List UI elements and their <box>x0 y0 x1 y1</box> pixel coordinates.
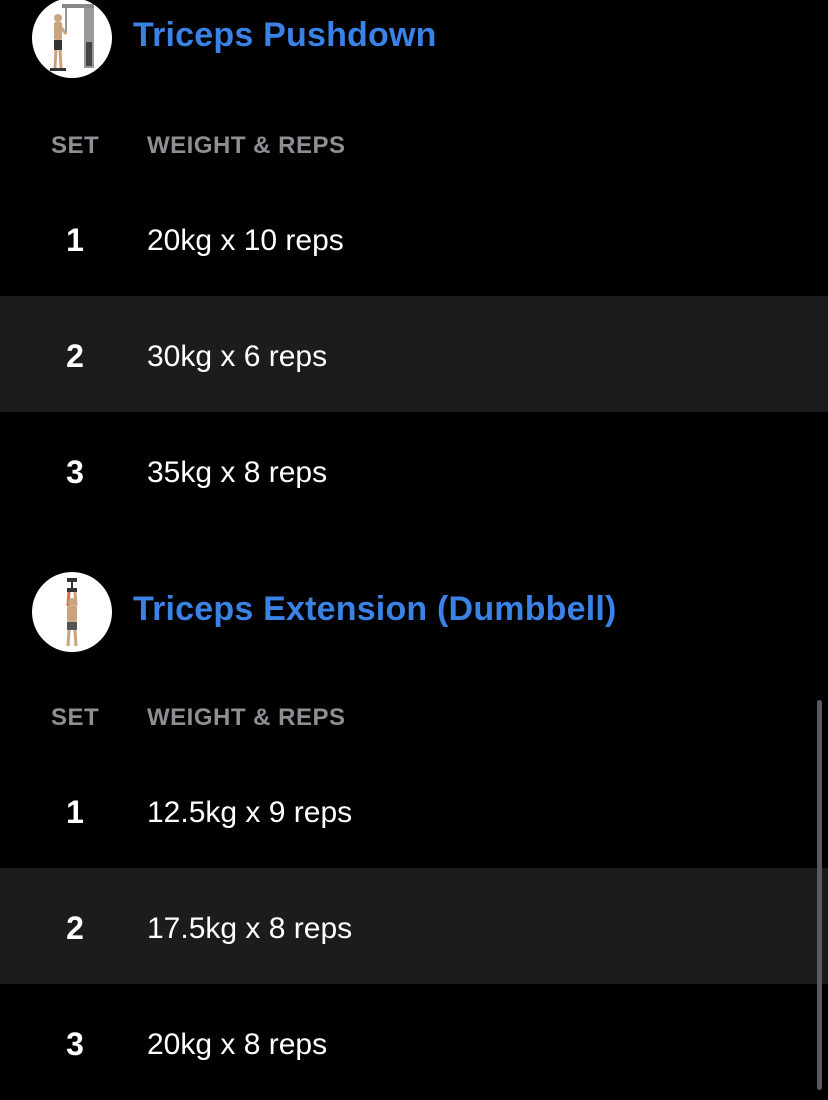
weight-reps-column-label: WEIGHT & REPS <box>147 704 346 731</box>
column-header-row: SET WEIGHT & REPS <box>0 652 828 752</box>
set-row[interactable]: 3 35kg x 8 reps <box>0 412 828 528</box>
exercise-header[interactable]: Triceps Pushdown <box>0 0 828 78</box>
set-weight-reps: 20kg x 10 reps <box>147 224 344 257</box>
column-header-row: SET WEIGHT & REPS <box>0 80 828 180</box>
weight-reps-column-label: WEIGHT & REPS <box>147 132 346 159</box>
set-number: 1 <box>66 794 84 830</box>
set-weight-reps: 17.5kg x 8 reps <box>147 912 353 945</box>
exercise-block: Triceps Pushdown SET WEIGHT & REPS 1 20k… <box>0 0 828 528</box>
exercise-title[interactable]: Triceps Pushdown <box>133 16 437 55</box>
set-column-label: SET <box>51 704 100 731</box>
exercise-header[interactable]: Triceps Extension (Dumbbell) <box>0 572 828 652</box>
set-number: 2 <box>66 338 84 374</box>
set-number: 3 <box>66 1026 84 1062</box>
exercise-title[interactable]: Triceps Extension (Dumbbell) <box>133 590 617 629</box>
set-weight-reps: 12.5kg x 9 reps <box>147 796 353 829</box>
cable-pushdown-icon[interactable] <box>32 0 112 78</box>
set-row[interactable]: 2 30kg x 6 reps <box>0 296 828 412</box>
set-column-label: SET <box>51 132 100 159</box>
dumbbell-extension-icon[interactable] <box>32 572 112 652</box>
set-row[interactable]: 1 12.5kg x 9 reps <box>0 752 828 868</box>
set-weight-reps: 20kg x 8 reps <box>147 1028 328 1061</box>
set-weight-reps: 35kg x 8 reps <box>147 456 328 489</box>
set-row[interactable]: 2 17.5kg x 8 reps <box>0 868 828 984</box>
set-number: 3 <box>66 454 84 490</box>
scrollbar[interactable] <box>817 700 822 1090</box>
set-row[interactable]: 1 20kg x 10 reps <box>0 180 828 296</box>
set-number: 2 <box>66 910 84 946</box>
set-number: 1 <box>66 222 84 258</box>
set-row[interactable]: 3 20kg x 8 reps <box>0 984 828 1100</box>
exercise-block: Triceps Extension (Dumbbell) SET WEIGHT … <box>0 572 828 1100</box>
set-weight-reps: 30kg x 6 reps <box>147 340 328 373</box>
